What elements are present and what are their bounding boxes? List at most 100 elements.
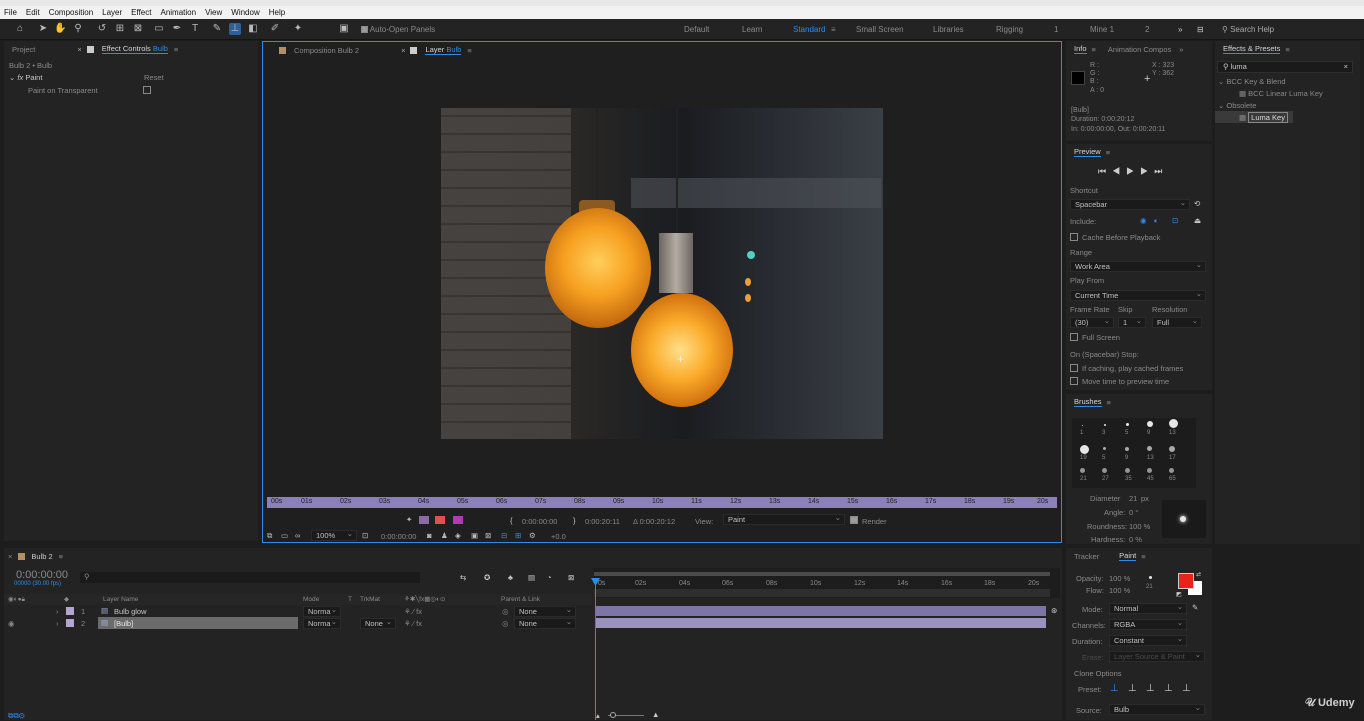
play-from-dropdown[interactable]: Current Time [1070,289,1206,301]
menu-help[interactable]: Help [269,8,285,17]
motion-blur-icon[interactable]: ◔ [547,573,552,582]
timeline-search-input[interactable]: ⚲ [80,572,420,583]
panel-menu-icon[interactable]: ≡ [467,46,471,55]
paint-on-transparent-checkbox[interactable] [143,86,151,94]
timeline-layer-row[interactable]: › 1 ▤ Bulb glow Norma ⚘ ∕ fx ◎ None [4,605,592,617]
menu-layer[interactable]: Layer [102,8,122,17]
current-time-display[interactable]: 0:00:00:00 [381,532,416,541]
tab-layer[interactable]: Layer Bulb [425,45,462,55]
camera-tool-icon[interactable]: ⊞ [114,23,126,35]
tree-group-obsolete[interactable]: ⌄ Obsolete [1218,101,1256,110]
selection-tool-icon[interactable]: ➤ [37,23,49,35]
comp-flowchart-icon[interactable]: ⇆ [460,573,466,582]
layer-name[interactable]: Bulb glow [114,607,147,616]
menu-window[interactable]: Window [231,8,259,17]
pickwhip-icon[interactable]: ◎ [502,607,509,616]
angle-value[interactable]: 0 ° [1129,508,1138,517]
paint-duration-dropdown[interactable]: Constant [1109,634,1187,646]
close-icon[interactable]: × [8,552,12,561]
layer-image[interactable]: + [441,108,883,439]
workspace-rigging[interactable]: Rigging [996,25,1023,34]
playback-icon[interactable]: ✦ [406,515,412,524]
layer-name[interactable]: [Bulb] [114,619,133,628]
close-icon[interactable]: × [77,45,81,54]
tab-tracker[interactable]: Tracker [1074,552,1099,561]
workspace-small-screen[interactable]: Small Screen [856,25,904,34]
parent-dropdown[interactable]: None [514,605,576,617]
tab-info[interactable]: Info [1074,44,1087,54]
menu-composition[interactable]: Composition [49,8,93,17]
blend-mode-dropdown[interactable]: Norma [303,617,341,629]
brush-tool-icon[interactable]: ✎ [211,23,223,35]
roto-brush-tool-icon[interactable]: ✐ [269,23,281,35]
panel-menu-icon[interactable]: ≡ [1285,45,1289,54]
rotate-tool-icon[interactable]: ↺ [96,23,108,35]
disclosure-triangle-icon[interactable]: ⌄ [9,73,15,82]
brush-tip-grid[interactable]: 1 3 5 9 13 19 5 9 13 17 21 27 35 45 65 [1072,418,1196,488]
include-video-icon[interactable]: ◉ [1140,216,1147,225]
clone-preset-3-icon[interactable]: ⊥ [1146,683,1155,694]
clone-stamp-tool-icon[interactable]: ⊥ [229,23,241,35]
menu-animation[interactable]: Animation [160,8,196,17]
workspace-libraries[interactable]: Libraries [933,25,964,34]
expand-arrow-icon[interactable]: › [56,619,59,628]
panel-menu-icon[interactable]: ≡ [174,45,178,54]
eyedropper-icon[interactable]: ✎ [1192,603,1198,612]
frame-rate-dropdown[interactable]: (30) [1070,316,1114,328]
render-checkbox[interactable] [850,516,858,524]
layer-switches[interactable]: ⚘ ∕ fx [404,607,422,616]
shortcut-dropdown[interactable]: Spacebar [1070,198,1190,210]
pen-tool-icon[interactable]: ✒ [171,23,183,35]
snapshot-icon[interactable]: ◙ [427,531,432,540]
if-caching-checkbox[interactable] [1070,364,1078,372]
close-icon[interactable]: × [401,46,405,55]
hand-tool-icon[interactable]: ✋ [54,23,66,35]
transparency-grid-icon[interactable]: ⊞ [515,531,521,540]
clone-preset-5-icon[interactable]: ⊥ [1182,683,1191,694]
blend-mode-dropdown[interactable]: Norma [303,605,341,617]
layer-duration-bar[interactable] [596,606,1046,616]
zoom-slider-handle[interactable] [610,712,616,718]
panel-menu-icon[interactable]: ≡ [1141,552,1145,561]
view-dropdown[interactable]: Paint [723,513,845,525]
last-frame-icon[interactable]: ⏭ [1154,166,1168,176]
zoom-out-icon[interactable]: ▴ [596,711,600,720]
tab-composition[interactable]: Composition Bulb 2 [294,46,359,55]
swap-colors-icon[interactable]: ⇄ [1196,571,1201,578]
panel-menu-icon[interactable]: ≡ [1092,45,1096,54]
effect-row-paint[interactable]: ⌄ fx Paint [9,73,42,82]
tab-effect-controls[interactable]: Effect Controls Bulb [101,44,168,54]
channels-dropdown[interactable]: RGBA [1109,618,1187,630]
title-safe-icon[interactable]: ⊡ [362,531,368,540]
tree-item-luma-key[interactable]: ▦ Luma Key [1239,112,1288,123]
home-icon[interactable]: ⌂ [14,23,26,35]
prev-frame-icon[interactable]: ◀ [1112,166,1126,176]
range-dropdown[interactable]: Work Area [1070,260,1206,272]
workspace-menu-icon[interactable]: ≡ [831,25,836,34]
reset-icon[interactable]: ⟲ [1194,199,1200,208]
flow-value[interactable]: 100 % [1109,586,1130,595]
workspace-standard[interactable]: Standard [793,25,825,34]
move-time-checkbox[interactable] [1070,377,1078,385]
puppet-tool-icon[interactable]: ✦ [292,23,304,35]
view-options-icon[interactable] [419,516,429,524]
clone-preset-1-icon[interactable]: ⊥ [1110,683,1119,694]
workspace-settings-icon[interactable]: ⊟ [1197,25,1204,34]
panel-menu-icon[interactable]: ≡ [1107,398,1111,407]
zoom-dropdown[interactable]: 100% [311,529,357,541]
always-preview-icon[interactable]: ⧉ [267,531,272,541]
timeline-timecode[interactable]: 0:00:00:00 [16,569,68,581]
skip-dropdown[interactable]: 1 [1118,316,1146,328]
erase-dropdown[interactable]: Layer Source & Paint [1109,650,1205,662]
zoom-tool-icon[interactable]: ⚲ [72,23,84,35]
menu-view[interactable]: View [205,8,222,17]
workspace-1[interactable]: 1 [1054,25,1058,34]
roundness-value[interactable]: 100 % [1129,522,1150,531]
reset-button[interactable]: Reset [144,73,164,82]
tab-project[interactable]: Project [12,45,35,54]
frame-blending-icon[interactable]: ▤ [528,573,535,582]
draft-3d-icon[interactable]: ✪ [484,573,490,582]
export-icon[interactable]: ⏏ [1194,216,1201,225]
auto-open-panels-checkbox[interactable]: Auto-Open Panels [361,25,435,34]
fast-preview-icon[interactable]: ⊟ [501,531,507,540]
